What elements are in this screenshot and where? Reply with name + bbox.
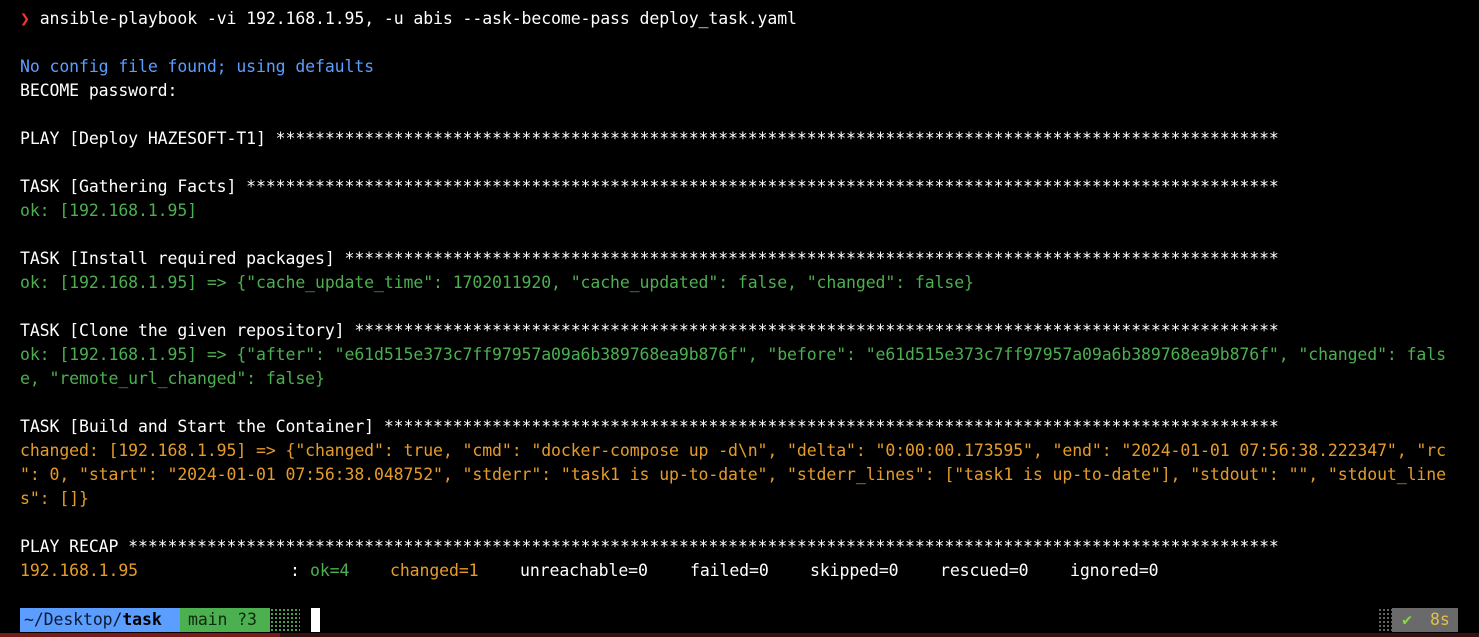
task-result-clone-repo-line1: ok: [192.168.1.95] => {"after": "e61d515… (20, 345, 1446, 364)
task-result-clone-repo-line2: e, "remote_url_changed": false} (20, 369, 325, 388)
command-line: ❯ ansible-playbook -vi 192.168.1.95, -u … (20, 7, 797, 31)
right-segment-fade-decoration (1378, 608, 1392, 632)
command-duration: 8s (1422, 608, 1458, 632)
task-header-gathering-facts: TASK [Gathering Facts] *****************… (20, 177, 1279, 196)
task-result-build-container-line3: s": []} (20, 489, 89, 508)
task-header-build-container: TASK [Build and Start the Container] ***… (20, 417, 1279, 436)
task-header-clone-repo: TASK [Clone the given repository] ******… (20, 321, 1279, 340)
text-cursor[interactable] (311, 608, 320, 632)
task-header-install-packages: TASK [Install required packages] *******… (20, 249, 1279, 268)
path-prefix: ~/Desktop/ (24, 610, 123, 629)
terminal-window[interactable]: ❯ ansible-playbook -vi 192.168.1.95, -u … (0, 0, 1479, 637)
git-status-segment: main ?3 (180, 608, 270, 632)
play-header: PLAY [Deploy HAZESOFT-T1] **************… (20, 129, 1279, 148)
no-config-message: No config file found; using defaults (20, 57, 375, 76)
task-result-install-packages: ok: [192.168.1.95] => {"cache_update_tim… (20, 273, 974, 292)
prompt-status-bar: ~/Desktop/task main ?3 ✔ 8s (0, 608, 1479, 632)
recap-unreachable: unreachable=0 (520, 561, 648, 580)
recap-rescued: rescued=0 (940, 561, 1029, 580)
segment-fade-decoration (270, 608, 300, 632)
recap-failed: failed=0 (690, 561, 769, 580)
path-segment: ~/Desktop/task (20, 608, 180, 632)
path-current-dir: task (122, 610, 162, 629)
task-result-build-container-line2: ": 0, "start": "2024-01-01 07:56:38.0487… (20, 465, 1446, 484)
task-result-gathering-facts: ok: [192.168.1.95] (20, 201, 198, 220)
bottom-divider (0, 633, 1479, 637)
become-password-prompt: BECOME password: (20, 81, 178, 100)
play-recap-header: PLAY RECAP *****************************… (20, 537, 1279, 556)
recap-host: 192.168.1.95 (20, 561, 139, 580)
prompt-arrow-icon: ❯ (20, 9, 30, 28)
command-text: ansible-playbook -vi 192.168.1.95, -u ab… (39, 9, 797, 28)
recap-skipped: skipped=0 (810, 561, 899, 580)
recap-changed: changed=1 (390, 561, 479, 580)
recap-ignored: ignored=0 (1070, 561, 1159, 580)
recap-separator: : (290, 561, 300, 580)
recap-ok: ok=4 (310, 561, 350, 580)
check-icon: ✔ (1392, 608, 1422, 632)
task-result-build-container-line1: changed: [192.168.1.95] => {"changed": t… (20, 441, 1446, 460)
